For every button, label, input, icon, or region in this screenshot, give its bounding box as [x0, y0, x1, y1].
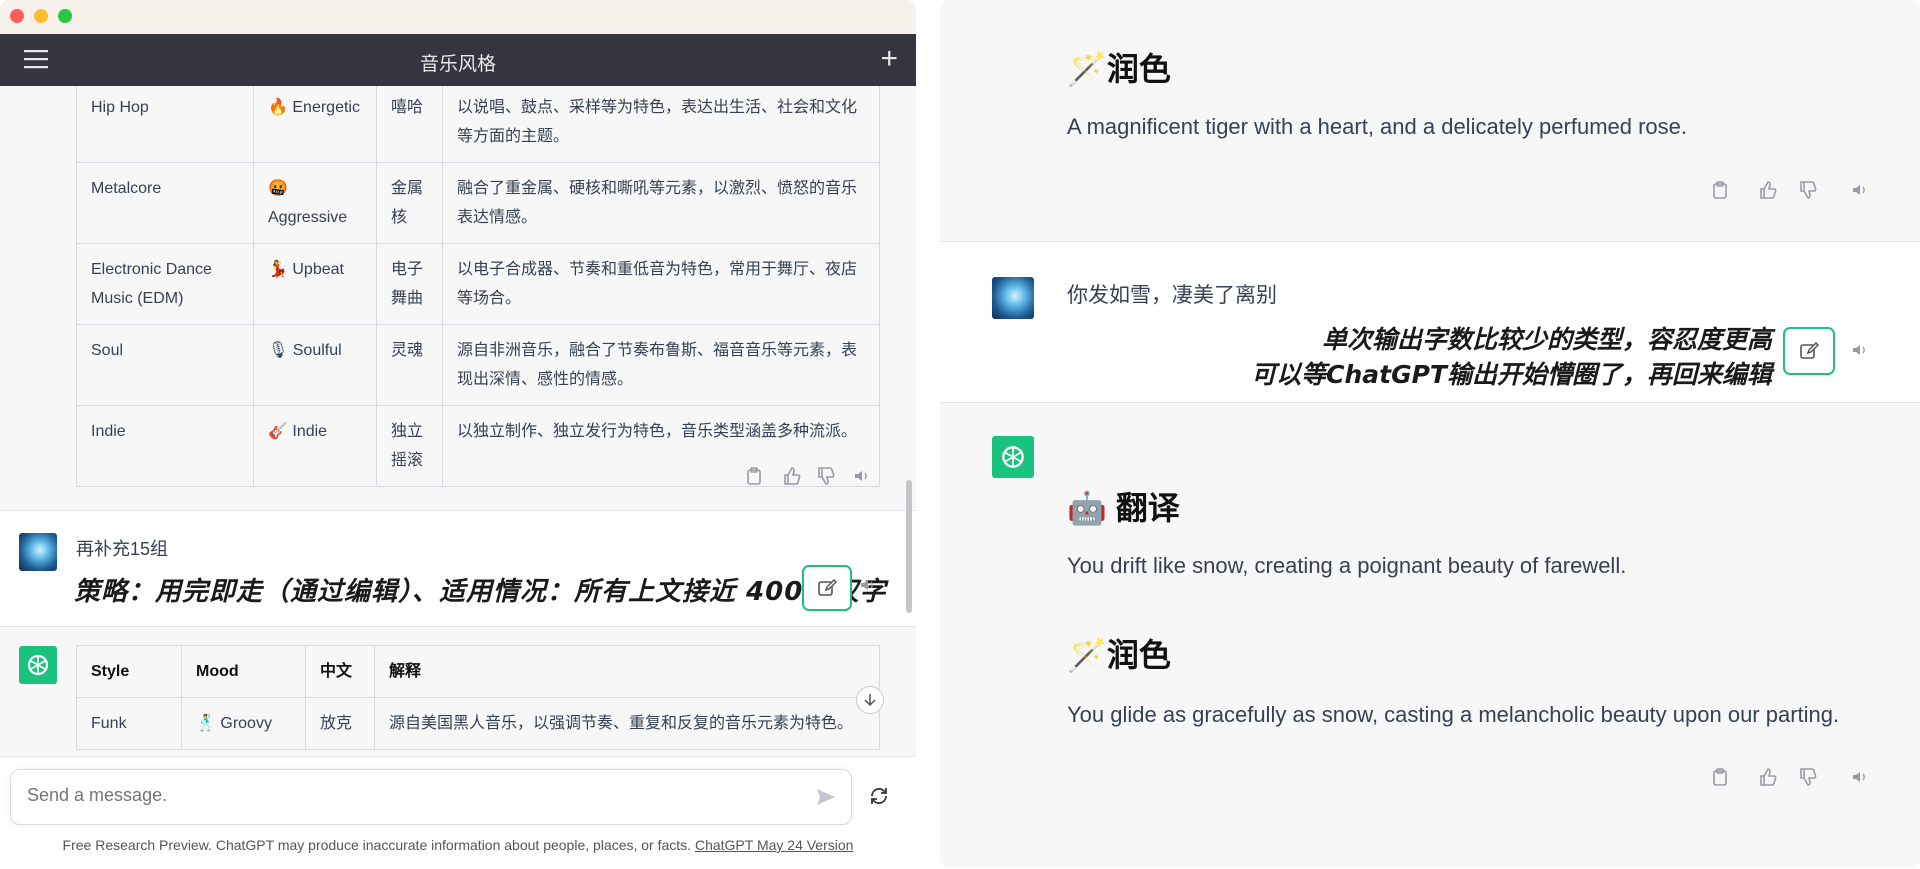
edit-icon: [1800, 341, 1819, 359]
window-titlebar: [0, 0, 916, 35]
edit-button[interactable]: [1783, 327, 1835, 375]
strategy-annotation: 策略：用完即走（通过编辑）、适用情况：所有上文接近 4000 汉字: [74, 577, 887, 607]
mood-cell: 🎸 Indie: [254, 406, 377, 487]
scroll-down-icon: [864, 694, 876, 707]
polish-text-2: You glide as gracefully as snow, casting…: [1067, 702, 1840, 727]
table-row: Hip Hop 🔥 Energetic 嘻哈 以说唱、鼓点、采样等为特色，表达出…: [76, 86, 880, 163]
thumbs-up-icon[interactable]: [782, 466, 802, 486]
music-style-table-2: Style Mood 中文 解释 Funk 🕺 Groovy 放克 源自美国黑人…: [76, 645, 880, 750]
description-cell: 源自美国黑人音乐，以强调节奏、重复和反复的音乐元素为特色。: [375, 698, 880, 750]
message-input[interactable]: [25, 784, 789, 807]
chinese-cell: 嘻哈: [377, 86, 443, 163]
mood-cell: 🔥 Energetic: [254, 86, 377, 163]
polish-heading: 🪄润色: [1067, 51, 1171, 87]
clipboard-icon[interactable]: [744, 466, 764, 486]
chatgpt-logo-icon: [992, 436, 1034, 478]
mood-cell: 🎙 Soulful: [254, 325, 377, 406]
polish-text: A magnificent tiger with a heart, and a …: [1067, 114, 1688, 139]
message-actions: [1710, 767, 1880, 789]
style-cell: Hip Hop: [76, 86, 254, 163]
right-panel: 🪄润色 A magnificent tiger with a heart, an…: [940, 0, 1920, 868]
description-cell: 以电子合成器、节奏和重低音为特色，常用于舞厅、夜店等场合。: [443, 244, 880, 325]
thumbs-up-icon[interactable]: [1758, 767, 1778, 787]
speaker-icon[interactable]: [852, 466, 872, 486]
disclaimer-footer: Free Research Preview. ChatGPT may produ…: [0, 837, 916, 853]
table-row: Electronic Dance Music (EDM) 💃 Upbeat 电子…: [76, 244, 880, 325]
column-header: Style: [76, 645, 182, 698]
style-cell: Soul: [76, 325, 254, 406]
thumbs-down-icon[interactable]: [1798, 767, 1818, 787]
chinese-cell: 金属核: [377, 163, 443, 244]
music-style-table: Hip Hop 🔥 Energetic 嘻哈 以说唱、鼓点、采样等为特色，表达出…: [76, 86, 880, 487]
description-cell: 融合了重金属、硬核和嘶吼等元素，以激烈、愤怒的音乐表达情感。: [443, 163, 880, 244]
speaker-icon[interactable]: [1850, 180, 1870, 200]
polish-heading-2: 🪄润色: [1067, 637, 1171, 673]
input-area: Free Research Preview. ChatGPT may produ…: [0, 756, 916, 869]
minimize-window-button[interactable]: [34, 9, 48, 23]
table-row: Soul 🎙 Soulful 灵魂 源自非洲音乐，融合了节奏布鲁斯、福音音乐等元…: [76, 325, 880, 406]
message-actions: [740, 466, 880, 488]
speaker-icon[interactable]: [1850, 767, 1870, 787]
column-header: 解释: [375, 645, 880, 698]
speaker-icon[interactable]: [1850, 340, 1870, 360]
clipboard-icon[interactable]: [1710, 180, 1730, 200]
user-message: 再补充15组 策略：用完即走（通过编辑）、适用情况：所有上文接近 4000 汉字: [0, 510, 916, 627]
close-window-button[interactable]: [10, 9, 24, 23]
description-cell: 源自非洲音乐，融合了节奏布鲁斯、福音音乐等元素，表现出深情、感性的情感。: [443, 325, 880, 406]
chinese-cell: 灵魂: [377, 325, 443, 406]
translate-heading: 🤖 翻译: [1067, 490, 1180, 526]
plus-icon[interactable]: +: [880, 44, 898, 74]
message-actions: [1710, 180, 1880, 202]
scrollbar[interactable]: [906, 480, 912, 613]
thumbs-up-icon[interactable]: [1758, 180, 1778, 200]
tolerance-annotation: 单次输出字数比较少的类型，容忍度更高: [1321, 325, 1772, 354]
mood-cell: 🕺 Groovy: [182, 698, 306, 750]
chinese-cell: 独立摇滚: [377, 406, 443, 487]
chinese-cell: 放克: [306, 698, 375, 750]
edit-icon: [818, 578, 837, 596]
clipboard-icon[interactable]: [1710, 767, 1730, 787]
left-window: 音乐风格 + Hip Hop 🔥 Energetic 嘻哈 以说唱、鼓点、采样等…: [0, 0, 916, 869]
user-message-text: 你发如雪，凄美了离别: [1067, 284, 1277, 307]
user-message-text: 再补充15组: [76, 539, 169, 559]
style-cell: Indie: [76, 406, 254, 487]
table-row: Metalcore 🤬 Aggressive 金属核 融合了重金属、硬核和嘶吼等…: [76, 163, 880, 244]
avatar: [992, 277, 1034, 319]
edit-later-annotation: 可以等ChatGPT输出开始懵圈了，再回来编辑: [1251, 360, 1772, 389]
regenerate-icon[interactable]: [868, 785, 890, 807]
translate-text: You drift like snow, creating a poignant…: [1067, 553, 1627, 578]
user-message: 你发如雪，凄美了离别 单次输出字数比较少的类型，容忍度更高 可以等ChatGPT…: [940, 241, 1920, 403]
style-cell: Metalcore: [76, 163, 254, 244]
disclaimer-text: Free Research Preview. ChatGPT may produ…: [62, 837, 692, 853]
version-link[interactable]: ChatGPT May 24 Version: [695, 837, 853, 853]
style-cell: Electronic Dance Music (EDM): [76, 244, 254, 325]
chatgpt-logo-icon: [19, 646, 57, 684]
table-header-row: Style Mood 中文 解释: [76, 645, 880, 698]
chat-area[interactable]: Hip Hop 🔥 Energetic 嘻哈 以说唱、鼓点、采样等为特色，表达出…: [0, 86, 916, 756]
zoom-window-button[interactable]: [58, 9, 72, 23]
send-icon[interactable]: [815, 786, 837, 808]
avatar: [19, 533, 57, 571]
column-header: 中文: [306, 645, 375, 698]
speaker-icon[interactable]: [858, 575, 878, 595]
mood-cell: 🤬 Aggressive: [254, 163, 377, 244]
description-cell: 以说唱、鼓点、采样等为特色，表达出生活、社会和文化等方面的主题。: [443, 86, 880, 163]
app-header: 音乐风格 +: [0, 34, 916, 86]
thumbs-down-icon[interactable]: [816, 466, 836, 486]
column-header: Mood: [182, 645, 306, 698]
mood-cell: 💃 Upbeat: [254, 244, 377, 325]
style-cell: Funk: [76, 698, 182, 750]
edit-button[interactable]: [802, 565, 852, 611]
chinese-cell: 电子舞曲: [377, 244, 443, 325]
conversation-title: 音乐风格: [419, 54, 496, 75]
thumbs-down-icon[interactable]: [1798, 180, 1818, 200]
table-row: Funk 🕺 Groovy 放克 源自美国黑人音乐，以强调节奏、重复和反复的音乐…: [76, 698, 880, 750]
scroll-down-button[interactable]: [856, 686, 884, 714]
message-input-box[interactable]: [10, 769, 852, 825]
